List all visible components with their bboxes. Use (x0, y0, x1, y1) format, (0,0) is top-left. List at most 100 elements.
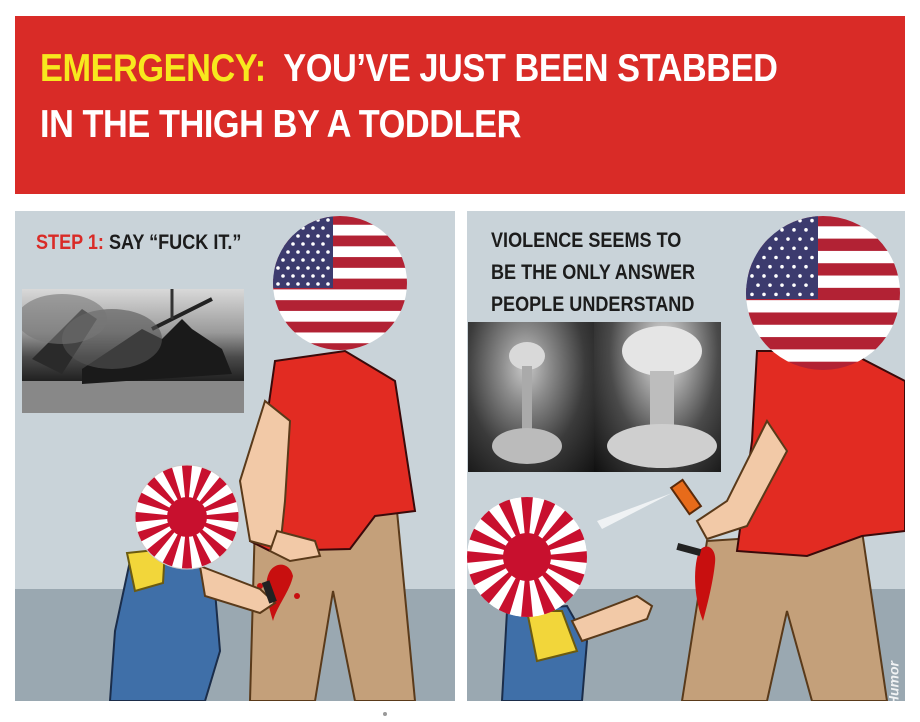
flag-star (326, 266, 330, 270)
flag-star (786, 292, 790, 297)
flag-star (306, 234, 310, 238)
flag-star (286, 282, 290, 286)
flag-stripe (746, 324, 900, 338)
flag-star (326, 250, 330, 254)
flag-star (804, 228, 808, 232)
flag-star (296, 234, 300, 238)
flag-star (311, 226, 315, 230)
flag-star (276, 234, 280, 238)
flag-stripe (746, 226, 900, 240)
banner-line-2: IN THE THIGH BY A TODDLER (40, 103, 521, 146)
flag-stripe (273, 300, 407, 312)
flag-star (316, 234, 320, 238)
flag-star (291, 226, 295, 230)
spray-mist (597, 493, 672, 529)
flag-star (810, 292, 814, 297)
flag-star (301, 226, 305, 230)
flag-star (810, 237, 814, 241)
flag-star (792, 264, 796, 269)
flag-star (326, 218, 330, 222)
flag-star (750, 292, 754, 297)
flag-star (804, 283, 808, 287)
flag-star (311, 258, 315, 262)
flag-star (306, 250, 310, 254)
flag-star (810, 274, 814, 278)
flag-stripe (273, 321, 407, 333)
flag-stripe (746, 300, 900, 313)
man-arm (238, 399, 292, 551)
flag-star (774, 218, 778, 223)
flag-star (792, 246, 796, 251)
flag-star (276, 250, 280, 254)
flag-star (326, 282, 330, 286)
flag-star (762, 292, 766, 297)
flag-stripe (273, 216, 407, 226)
flag-star (301, 258, 305, 262)
flag-star (296, 218, 300, 222)
flag-stripe (273, 310, 407, 323)
flag-star (316, 250, 320, 254)
flag-star (756, 283, 760, 287)
flag-star (762, 255, 766, 260)
flag-star (810, 255, 814, 260)
flag-star (296, 250, 300, 254)
flag-star (786, 218, 790, 223)
flag-star (786, 237, 790, 241)
comic-panel-2: VIOLENCE SEEMS TO BE THE ONLY ANSWER PEO… (467, 211, 905, 701)
caption-line-2: BE THE ONLY ANSWER (491, 261, 696, 284)
flag-star (276, 282, 280, 286)
banner-highlight: EMERGENCY: (40, 47, 266, 90)
caption-line-1: VIOLENCE SEEMS TO (491, 229, 682, 252)
violence-caption: VIOLENCE SEEMS TO BE THE ONLY ANSWER PEO… (491, 225, 695, 321)
comic-panel-1: STEP 1: SAY “FUCK IT.” (15, 211, 455, 701)
flag-star (301, 274, 305, 278)
flag-star (780, 283, 784, 287)
flag-star (281, 242, 285, 246)
flag-star (798, 255, 802, 260)
flag-star (276, 218, 280, 222)
spray-can-icon (669, 478, 703, 516)
panel-1-illustration (108, 216, 417, 701)
flag-stripe (746, 312, 900, 326)
flag-star (750, 255, 754, 260)
flag-star (321, 258, 325, 262)
flag-star (291, 242, 295, 246)
flag-star (281, 258, 285, 262)
flag-star (798, 237, 802, 241)
flag-star (792, 228, 796, 232)
flag-star (774, 292, 778, 297)
flag-star (774, 237, 778, 241)
flag-star (291, 274, 295, 278)
decorative-dot (383, 712, 387, 716)
toddler-arm (570, 594, 654, 643)
banner-line-1: EMERGENCY: YOU’VE JUST BEEN STABBED (40, 47, 778, 91)
flag-star (792, 283, 796, 287)
flag-star (316, 282, 320, 286)
flag-star (810, 218, 814, 223)
flag-star (780, 246, 784, 251)
flag-stripe (746, 216, 900, 227)
flag-star (316, 266, 320, 270)
flag-star (301, 242, 305, 246)
flag-star (286, 266, 290, 270)
flag-star (804, 246, 808, 251)
flag-star (276, 266, 280, 270)
flag-star (306, 266, 310, 270)
flag-star (286, 218, 290, 222)
flag-star (306, 282, 310, 286)
flag-star (291, 258, 295, 262)
flag-star (774, 255, 778, 260)
flag-star (311, 274, 315, 278)
flag-star (786, 255, 790, 260)
mushroom-cloud-shapes (492, 326, 717, 468)
flag-star (768, 228, 772, 232)
flag-star (321, 274, 325, 278)
flag-star (756, 246, 760, 251)
flag-star (804, 264, 808, 269)
flag-star (762, 237, 766, 241)
flag-star (798, 218, 802, 223)
flag-star (311, 242, 315, 246)
flag-star (750, 218, 754, 223)
flag-star (321, 226, 325, 230)
flag-star (750, 237, 754, 241)
